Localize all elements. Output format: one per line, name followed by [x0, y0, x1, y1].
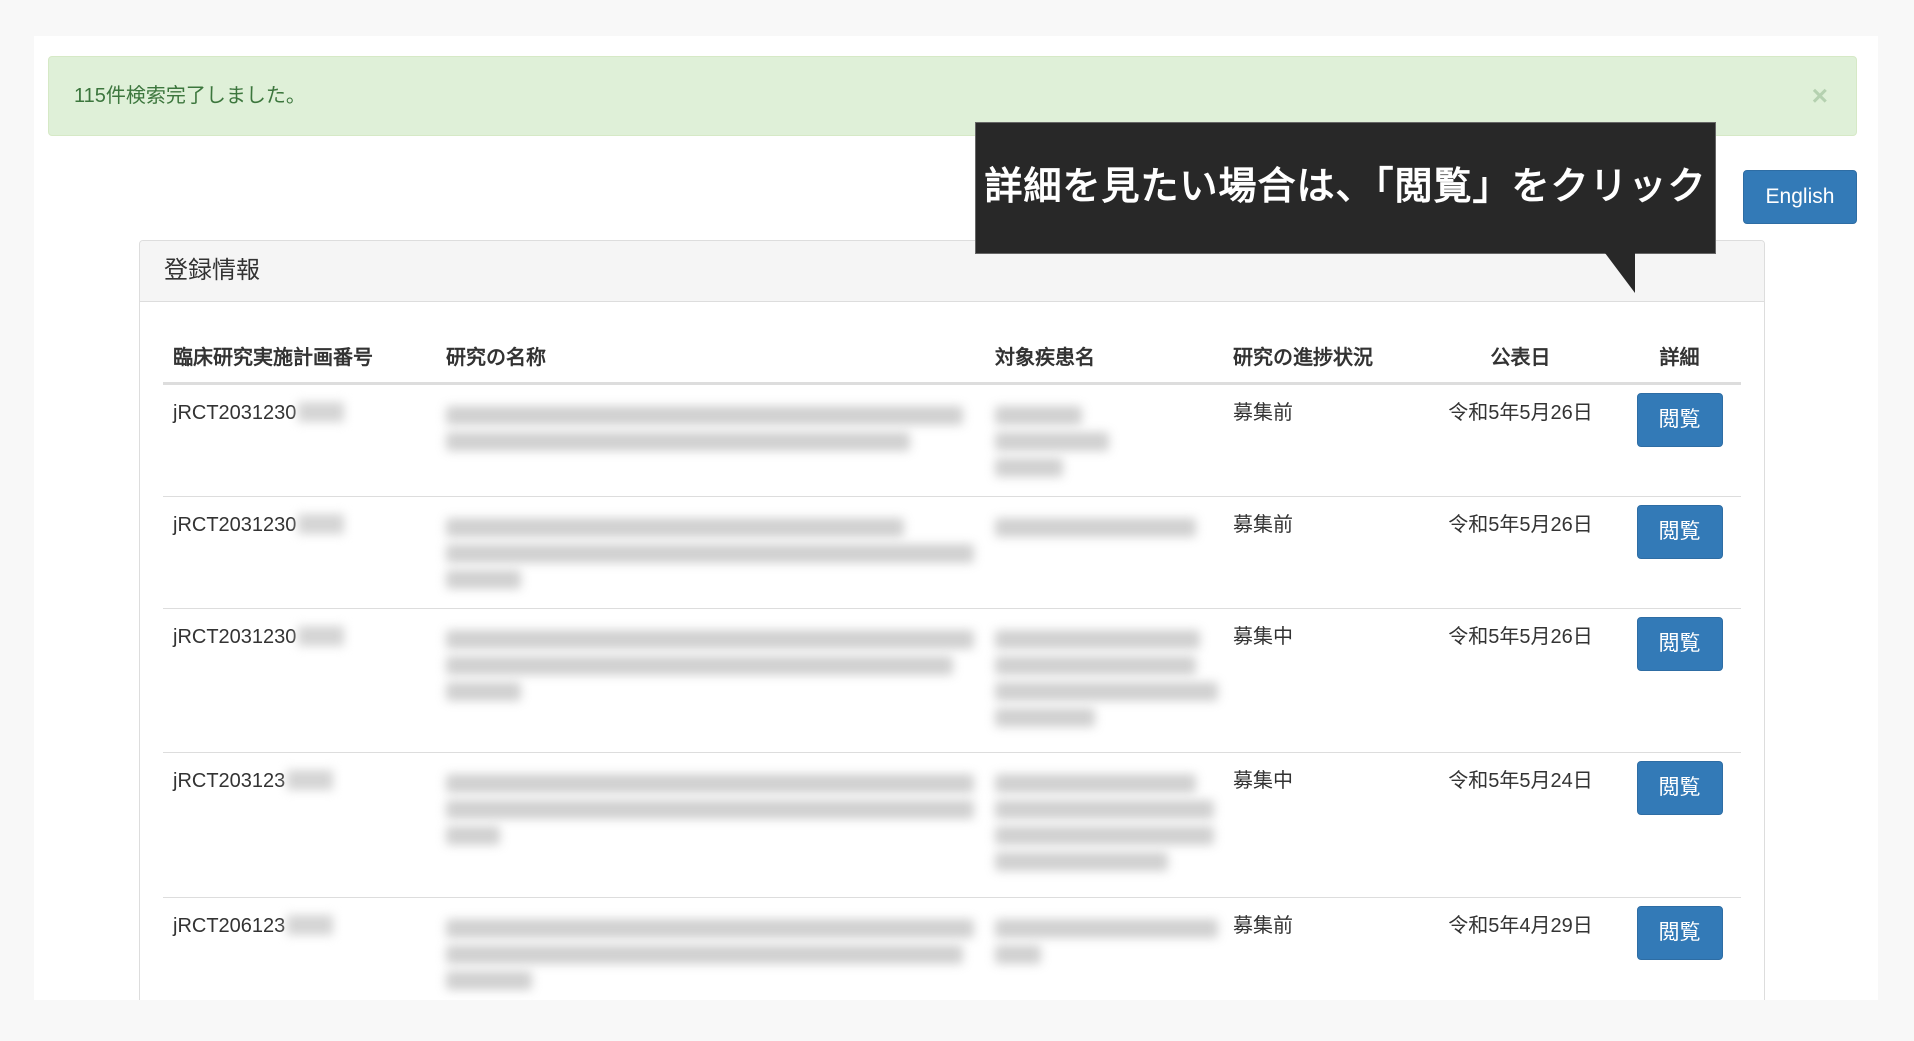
redacted-text — [287, 914, 334, 935]
redacted-text — [995, 397, 1223, 477]
view-button[interactable]: 閲覧 — [1636, 905, 1723, 960]
redacted-text — [995, 509, 1223, 537]
study-title-cell — [436, 495, 985, 608]
publication-date: 令和5年5月26日 — [1423, 607, 1618, 752]
redacted-text — [446, 621, 985, 701]
plan-number-cell: jRCT206123 — [163, 896, 436, 1000]
view-button[interactable]: 閲覧 — [1636, 392, 1723, 447]
plan-number: jRCT2031230 — [173, 625, 297, 648]
publication-date: 令和5年5月26日 — [1448, 401, 1593, 424]
alert-message: 115件検索完了しました。 — [74, 85, 306, 107]
header-plan-number: 臨床研究実施計画番号 — [163, 311, 436, 385]
target-disease-cell — [985, 383, 1223, 496]
table-row: jRCT2031230 募集中 令和5年5月26日 閲覧 — [163, 607, 1741, 752]
page-container: 115件検索完了しました。 × English 登録情報 臨床研究実施計画番号 … — [34, 36, 1878, 1000]
redacted-text — [446, 509, 985, 589]
details-cell: 閲覧 — [1618, 495, 1741, 608]
progress-status: 募集前 — [1223, 896, 1423, 1000]
results-table: 臨床研究実施計画番号 研究の名称 対象疾患名 研究の進捗状況 公表日 詳細 jR… — [163, 311, 1741, 1000]
study-title-cell — [436, 896, 985, 1000]
plan-number-cell: jRCT2031230 — [163, 383, 436, 496]
study-title-cell — [436, 751, 985, 897]
table-row: jRCT2031230 募集前 令和5年5月26日 閲覧 — [163, 383, 1741, 496]
redacted-text — [298, 401, 345, 422]
details-cell: 閲覧 — [1618, 607, 1741, 752]
view-button[interactable]: 閲覧 — [1636, 616, 1723, 671]
redacted-text — [446, 910, 985, 990]
plan-number: jRCT2031230 — [173, 401, 297, 424]
progress-status: 募集中 — [1223, 607, 1423, 752]
table-header-row: 臨床研究実施計画番号 研究の名称 対象疾患名 研究の進捗状況 公表日 詳細 — [163, 311, 1741, 385]
study-title-cell — [436, 607, 985, 752]
plan-number-cell: jRCT2031230 — [163, 607, 436, 752]
redacted-text — [287, 769, 334, 790]
table-row: jRCT2031230 募集前 令和5年5月26日 閲覧 — [163, 495, 1741, 608]
view-button[interactable]: 閲覧 — [1636, 504, 1723, 559]
redacted-text — [446, 765, 985, 845]
details-cell: 閲覧 — [1618, 896, 1741, 1000]
target-disease-cell — [985, 607, 1223, 752]
header-publication-date: 公表日 — [1423, 311, 1618, 385]
callout-pointer — [1605, 253, 1635, 293]
redacted-text — [446, 397, 985, 451]
plan-number: jRCT2031230 — [173, 513, 297, 536]
redacted-text — [298, 513, 345, 534]
plan-number: jRCT203123 — [173, 769, 286, 792]
target-disease-cell — [985, 751, 1223, 897]
english-language-button[interactable]: English — [1743, 170, 1857, 224]
progress-status: 募集前 — [1223, 495, 1423, 608]
plan-number: jRCT206123 — [173, 914, 286, 937]
header-study-title: 研究の名称 — [436, 311, 985, 385]
redacted-text — [995, 621, 1223, 727]
redacted-text — [995, 910, 1223, 964]
redacted-text — [298, 625, 345, 646]
close-icon[interactable]: × — [1812, 57, 1828, 135]
header-details: 詳細 — [1618, 311, 1741, 385]
instruction-callout: 詳細を見たい場合は、「閲覧」をクリック — [975, 122, 1716, 254]
view-button[interactable]: 閲覧 — [1636, 760, 1723, 815]
publication-date: 令和5年5月26日 — [1423, 495, 1618, 608]
header-progress-status: 研究の進捗状況 — [1223, 311, 1423, 385]
target-disease-cell — [985, 896, 1223, 1000]
plan-number-cell: jRCT2031230 — [163, 495, 436, 608]
plan-number-cell: jRCT203123 — [163, 751, 436, 897]
progress-status: 募集前 — [1233, 401, 1293, 424]
table-row: jRCT203123 募集中 令和5年5月24日 閲覧 — [163, 751, 1741, 897]
redacted-text — [995, 765, 1223, 871]
details-cell: 閲覧 — [1618, 751, 1741, 897]
target-disease-cell — [985, 495, 1223, 608]
publication-date: 令和5年5月24日 — [1423, 751, 1618, 897]
table-row: jRCT206123 募集前 令和5年4月29日 閲覧 — [163, 896, 1741, 1000]
header-target-disease: 対象疾患名 — [985, 311, 1223, 385]
publication-date: 令和5年4月29日 — [1423, 896, 1618, 1000]
progress-status: 募集中 — [1223, 751, 1423, 897]
details-cell: 閲覧 — [1618, 383, 1741, 496]
registration-info-panel: 登録情報 臨床研究実施計画番号 研究の名称 対象疾患名 研究の進捗状況 公表日 … — [139, 240, 1765, 1000]
study-title-cell — [436, 383, 985, 496]
